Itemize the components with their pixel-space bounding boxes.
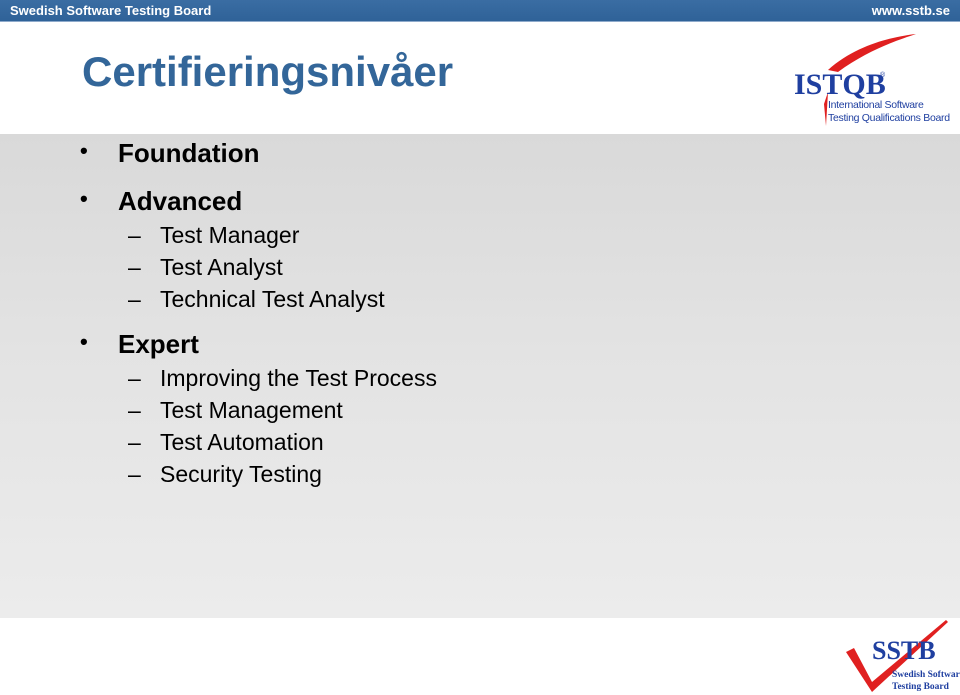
dash-icon: –: [128, 286, 141, 312]
istqb-subtitle-line2: Testing Qualifications Board: [828, 112, 950, 124]
bullet-icon: •: [80, 138, 88, 163]
level-label: Foundation: [118, 138, 260, 168]
bullet-icon: •: [80, 186, 88, 211]
sstb-logo: SSTB Swedish Software Testing Board: [842, 618, 960, 695]
dash-icon: –: [128, 429, 141, 455]
sublevel-label: Test Management: [160, 397, 343, 423]
registered-mark: ®: [880, 72, 886, 79]
dash-icon: –: [128, 365, 141, 391]
sstb-subtitle-line1: Swedish Software: [892, 670, 960, 680]
sublevel-label: Test Analyst: [160, 254, 283, 280]
sstb-subtitle-line2: Testing Board: [892, 682, 949, 692]
sublevel-label: Improving the Test Process: [160, 365, 437, 391]
header-bar: Swedish Software Testing Board www.sstb.…: [0, 0, 960, 22]
istqb-subtitle-line1: International Software: [828, 99, 924, 111]
istqb-logo: ISTQB ® International Software Testing Q…: [788, 28, 958, 132]
sublevel-label: Test Manager: [160, 222, 300, 248]
dash-icon: –: [128, 254, 141, 280]
istqb-wordmark: ISTQB: [794, 68, 886, 101]
dash-icon: –: [128, 222, 141, 248]
level-label: Expert: [118, 329, 199, 359]
sublevel-label: Technical Test Analyst: [160, 286, 385, 312]
dash-icon: –: [128, 397, 141, 423]
dash-icon: –: [128, 461, 141, 487]
bullet-icon: •: [80, 329, 88, 354]
slide-title: Certifieringsnivåer: [82, 48, 454, 95]
level-label: Advanced: [118, 186, 243, 216]
sstb-wordmark: SSTB: [872, 636, 936, 665]
header-website: www.sstb.se: [871, 3, 950, 18]
sublevel-label: Test Automation: [160, 429, 324, 455]
header-org-name: Swedish Software Testing Board: [10, 3, 212, 18]
sublevel-label: Security Testing: [160, 461, 322, 487]
